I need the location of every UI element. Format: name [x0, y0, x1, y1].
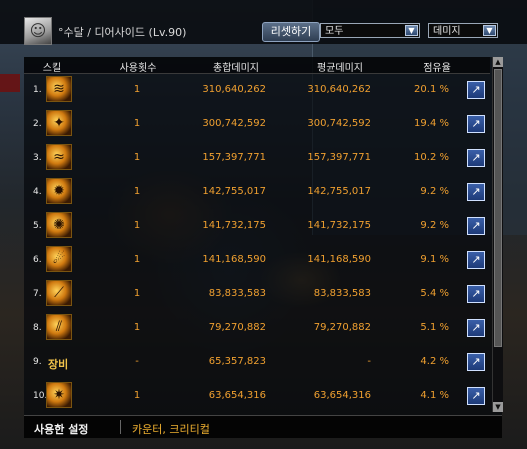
- share-icon[interactable]: ↗: [467, 81, 485, 99]
- slash-wave-icon: ≈: [46, 144, 72, 170]
- table-row: 3. ≈ 1 157,397,771 157,397,771 10.2 % ↗: [24, 141, 490, 175]
- damage-share: 9.1 %: [420, 254, 449, 265]
- total-damage: 300,742,592: [202, 118, 266, 129]
- settings-footer: 사용한 설정 카운터, 크리티컬: [24, 415, 502, 438]
- metric-select[interactable]: 데미지 ▼: [428, 23, 498, 38]
- uses-count: -: [135, 356, 139, 367]
- damage-stats-window: ☺ °수달 / 디어사이드 (Lv.90) 리셋하기 모두 ▼ 데미지 ▼ 스킬…: [0, 0, 527, 449]
- share-icon[interactable]: ↗: [467, 183, 485, 201]
- column-header-avg-damage: 평균데미지: [317, 63, 363, 74]
- equipment-label: 장비: [48, 358, 69, 371]
- total-damage: 141,168,590: [202, 254, 266, 265]
- table-row: 4. ✹ 1 142,755,017 142,755,017 9.2 % ↗: [24, 175, 490, 209]
- damage-share: 5.4 %: [420, 288, 449, 299]
- uses-count: 1: [133, 322, 141, 333]
- damage-share: 10.2 %: [414, 152, 449, 163]
- total-damage: 83,833,583: [208, 288, 266, 299]
- average-damage: 310,640,262: [307, 84, 371, 95]
- uses-count: 1: [133, 288, 141, 299]
- uses-count: 1: [133, 186, 141, 197]
- share-icon[interactable]: ↗: [467, 353, 485, 371]
- damage-share: 4.2 %: [420, 356, 449, 367]
- average-damage: 157,397,771: [307, 152, 371, 163]
- average-damage: 141,732,175: [307, 220, 371, 231]
- burst-icon: ✹: [46, 178, 72, 204]
- table-header: 스킬 사용횟수 총합데미지 평균데미지 점유율: [24, 57, 490, 74]
- table-row: 6. ☄ 1 141,168,590 141,168,590 9.1 % ↗: [24, 243, 490, 277]
- column-header-share: 점유율: [423, 63, 451, 74]
- share-icon[interactable]: ↗: [467, 217, 485, 235]
- total-damage: 310,640,262: [202, 84, 266, 95]
- average-damage: 141,168,590: [307, 254, 371, 265]
- total-damage: 79,270,882: [208, 322, 266, 333]
- claw-strike-icon: ⫽: [46, 314, 72, 340]
- column-header-total-damage: 총합데미지: [213, 63, 259, 74]
- damage-share: 4.1 %: [420, 390, 449, 401]
- divider: [120, 420, 121, 434]
- reset-button[interactable]: 리셋하기: [262, 22, 320, 42]
- average-damage: 79,270,882: [313, 322, 371, 333]
- swirl-icon: ✺: [46, 212, 72, 238]
- character-portrait-icon: ☺: [29, 21, 47, 40]
- window-header: ☺ °수달 / 디어사이드 (Lv.90) 리셋하기 모두 ▼ 데미지 ▼: [0, 0, 527, 45]
- average-damage: -: [367, 356, 371, 367]
- share-icon[interactable]: ↗: [467, 115, 485, 133]
- table-row: 2. ✦ 1 300,742,592 300,742,592 19.4 % ↗: [24, 107, 490, 141]
- damage-share: 9.2 %: [420, 220, 449, 231]
- table-row: 7. ⟋ 1 83,833,583 83,833,583 5.4 % ↗: [24, 277, 490, 311]
- scroll-down-icon[interactable]: ▼: [493, 402, 503, 412]
- average-damage: 63,654,316: [313, 390, 371, 401]
- metric-select-value: 데미지: [433, 26, 461, 37]
- damage-share: 9.2 %: [420, 186, 449, 197]
- dragon-head-icon: ✦: [46, 110, 72, 136]
- fire-burst-icon: ✷: [46, 382, 72, 408]
- uses-count: 1: [133, 390, 141, 401]
- total-damage: 142,755,017: [202, 186, 266, 197]
- total-damage: 65,357,823: [208, 356, 266, 367]
- average-damage: 300,742,592: [307, 118, 371, 129]
- column-header-uses: 사용횟수: [119, 63, 157, 74]
- chevron-down-icon[interactable]: ▼: [483, 25, 496, 36]
- blade-arc-icon: ⟋: [46, 280, 72, 306]
- damage-share: 20.1 %: [414, 84, 449, 95]
- uses-count: 1: [133, 220, 141, 231]
- uses-count: 1: [133, 152, 141, 163]
- uses-count: 1: [133, 118, 141, 129]
- average-damage: 83,833,583: [313, 288, 371, 299]
- settings-value: 카운터, 크리티컬: [132, 423, 210, 436]
- filter-select[interactable]: 모두 ▼: [320, 23, 420, 38]
- fire-claw-icon: ≋: [46, 76, 72, 102]
- damage-share: 19.4 %: [414, 118, 449, 129]
- total-damage: 63,654,316: [208, 390, 266, 401]
- table-row: 1. ≋ 1 310,640,262 310,640,262 20.1 % ↗: [24, 73, 490, 107]
- filter-select-value: 모두: [325, 26, 344, 37]
- scroll-thumb[interactable]: [494, 69, 502, 347]
- uses-count: 1: [133, 84, 141, 95]
- average-damage: 142,755,017: [307, 186, 371, 197]
- column-header-skill: 스킬: [42, 63, 62, 74]
- total-damage: 141,732,175: [202, 220, 266, 231]
- uses-count: 1: [133, 254, 141, 265]
- flame-swirl-icon: ☄: [46, 246, 72, 272]
- table-row: 10. ✷ 1 63,654,316 63,654,316 4.1 % ↗: [24, 379, 490, 413]
- table-row: 5. ✺ 1 141,732,175 141,732,175 9.2 % ↗: [24, 209, 490, 243]
- table-row: 8. ⫽ 1 79,270,882 79,270,882 5.1 % ↗: [24, 311, 490, 345]
- total-damage: 157,397,771: [202, 152, 266, 163]
- scroll-up-icon[interactable]: ▲: [493, 57, 503, 67]
- share-icon[interactable]: ↗: [467, 149, 485, 167]
- share-icon[interactable]: ↗: [467, 285, 485, 303]
- share-icon[interactable]: ↗: [467, 251, 485, 269]
- character-name: °수달 / 디어사이드 (Lv.90): [58, 26, 187, 39]
- settings-label: 사용한 설정: [34, 423, 89, 436]
- chevron-down-icon[interactable]: ▼: [405, 25, 418, 36]
- table-row: 9. 장비 - 65,357,823 - 4.2 % ↗: [24, 345, 490, 379]
- share-icon[interactable]: ↗: [467, 387, 485, 405]
- rank: 9.: [33, 357, 42, 367]
- damage-share: 5.1 %: [420, 322, 449, 333]
- avatar: ☺: [24, 17, 52, 45]
- share-icon[interactable]: ↗: [467, 319, 485, 337]
- scrollbar[interactable]: ▲ ▼: [492, 57, 503, 412]
